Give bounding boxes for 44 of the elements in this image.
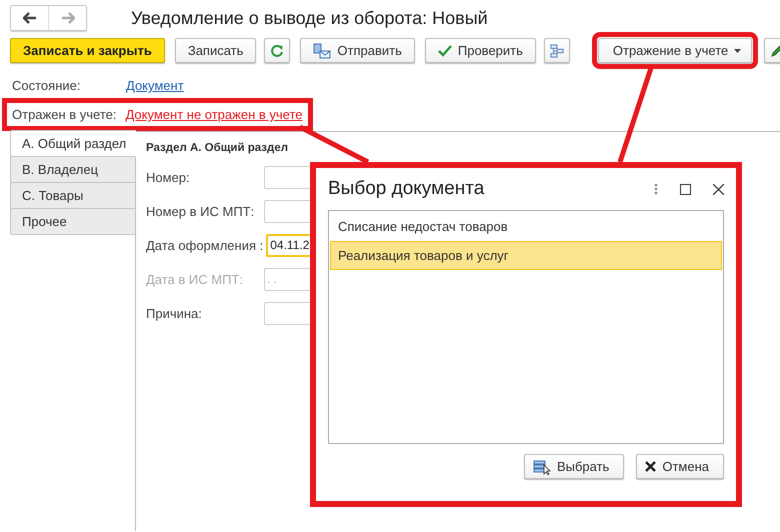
send-button[interactable]: Отправить (300, 38, 415, 63)
input-field[interactable] (264, 302, 313, 324)
field-label: Дата оформления : (145, 238, 264, 252)
refresh-button[interactable] (264, 38, 290, 63)
caret-icon (734, 48, 742, 52)
maximize-icon[interactable] (680, 184, 691, 194)
refresh-icon (270, 44, 284, 58)
more-icon[interactable] (654, 183, 658, 195)
section-tab[interactable]: А. Общий раздел (10, 130, 136, 157)
field-label: Номер: (145, 170, 191, 184)
input-field[interactable]: 04.11.2 (266, 234, 313, 256)
section-tab[interactable]: C. Товары (10, 182, 135, 209)
checkmark-icon (438, 44, 452, 56)
back-button[interactable] (11, 6, 48, 30)
list-item[interactable]: Списание недостач товаров (330, 212, 722, 241)
not-posted-link[interactable]: Документ не отражен в учете (125, 107, 302, 122)
list-item[interactable]: Реализация товаров и услуг (330, 241, 722, 270)
cancel-button[interactable]: Отмена (636, 454, 724, 479)
dialog-title: Выбор документа (328, 178, 486, 200)
close-icon (645, 461, 656, 472)
section-title: Раздел А. Общий раздел (146, 142, 290, 154)
choose-button[interactable]: Выбрать (524, 454, 624, 479)
window-title: Уведомление о выводе из оборота: Новый (131, 8, 488, 28)
status-label: Отражен в учете: (12, 107, 116, 122)
structure-button[interactable] (544, 38, 570, 63)
section-tab[interactable]: B. Владелец (10, 156, 135, 183)
left-arrow-icon (22, 12, 36, 24)
check-button[interactable]: Проверить (424, 38, 536, 63)
structure-icon (550, 42, 564, 58)
field-label: Причина: (145, 306, 203, 320)
input-field[interactable] (264, 166, 313, 188)
save-and-close-button[interactable]: Записать и закрыть (10, 38, 165, 63)
status-label: Состояние: (12, 78, 82, 93)
send-icon (313, 42, 332, 58)
input-field[interactable] (264, 200, 313, 222)
right-arrow-icon (60, 12, 74, 24)
save-button[interactable]: Записать (174, 38, 256, 63)
close-icon[interactable] (713, 184, 724, 194)
pencil-icon (770, 44, 780, 58)
field-label: Номер в ИС МПТ: (145, 204, 256, 218)
status-link[interactable]: Документ (126, 78, 184, 93)
section-tab[interactable]: Прочее (10, 208, 135, 235)
select-icon (532, 458, 551, 474)
field-label: Дата в ИС МПТ: (145, 272, 244, 286)
